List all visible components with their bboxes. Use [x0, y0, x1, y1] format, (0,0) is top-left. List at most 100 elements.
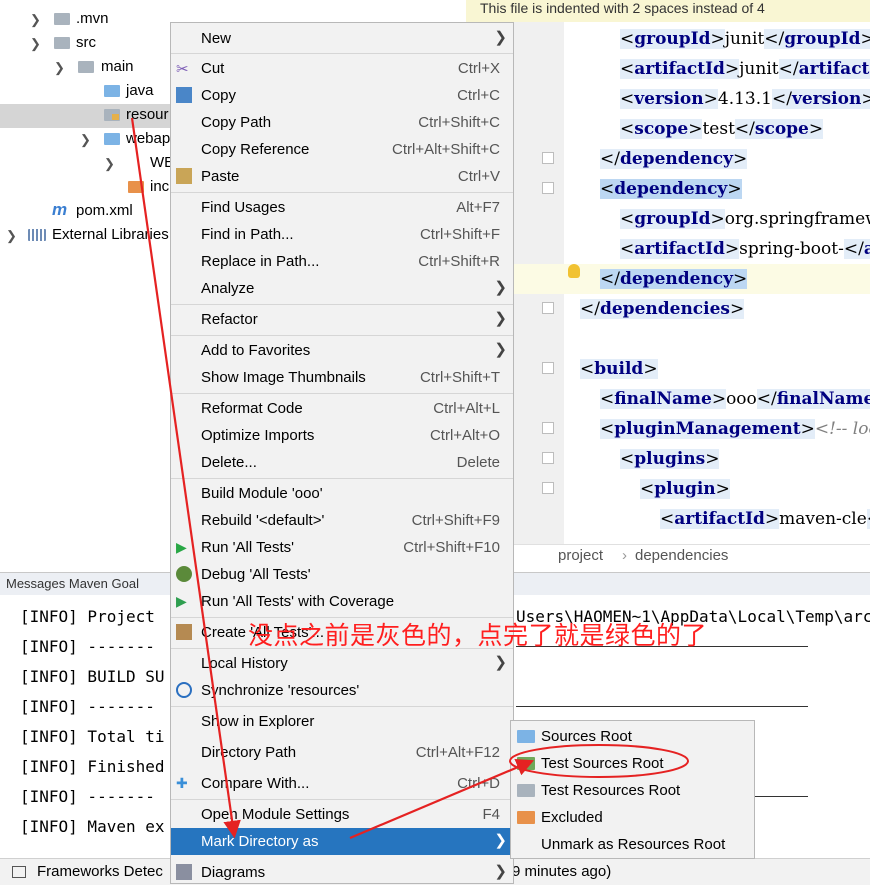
menu-item-show-in-explorer[interactable]: Show in Explorer	[171, 708, 513, 735]
breadcrumb-item[interactable]: project	[558, 545, 603, 566]
event-log-icon[interactable]	[12, 866, 26, 878]
menu-item-rebuild-default[interactable]: Rebuild '<default>' Ctrl+Shift+F9	[171, 507, 513, 534]
xml-text: test	[702, 119, 735, 139]
context-menu[interactable]: New ❯ ✂ Cut Ctrl+X Copy Ctrl+C Copy Path Ctrl+Sh…	[170, 22, 514, 884]
submenu-item-unmark-as-resources-root[interactable]: Unmark as Resources Root	[511, 831, 754, 858]
code-editor[interactable]: This file is indented with 2 spaces inst…	[466, 0, 870, 566]
xml-tag-name: finalName	[614, 389, 712, 409]
code-line-content: <dependency>	[600, 174, 742, 204]
code-line[interactable]: <groupId>org.springframew</groupId>	[466, 204, 870, 234]
menu-item-label: Copy	[201, 87, 237, 104]
code-line[interactable]: <artifactId>maven-cle</artifactId>	[466, 504, 870, 534]
code-line[interactable]: <dependency>	[466, 174, 870, 204]
library-icon	[28, 229, 46, 241]
menu-item-run-all-tests-with-coverage[interactable]: ▶ Run 'All Tests' with Coverage	[171, 588, 513, 615]
menu-item-refactor[interactable]: Refactor ❯	[171, 306, 513, 333]
lightbulb-icon[interactable]	[568, 264, 580, 278]
menu-item-find-in-path[interactable]: Find in Path... Ctrl+Shift+F	[171, 221, 513, 248]
menu-item-shortcut: Ctrl+D	[457, 775, 500, 792]
console-line: [INFO] -------	[20, 637, 155, 656]
code-line[interactable]: <plugin>	[466, 474, 870, 504]
code-line[interactable]: <plugins>	[466, 444, 870, 474]
submenu-item-sources-root[interactable]: Sources Root	[511, 723, 754, 750]
menu-item-directory-path[interactable]: Directory Path Ctrl+Alt+F12	[171, 739, 513, 766]
code-line[interactable]: <groupId>junit</groupId>	[466, 24, 870, 54]
menu-item-run-all-tests[interactable]: ▶ Run 'All Tests' Ctrl+Shift+F10	[171, 534, 513, 561]
code-line[interactable]: <artifactId>junit</artifactId>	[466, 54, 870, 84]
xml-tag: </dependency>	[600, 149, 748, 169]
code-line[interactable]: <finalName>ooo</finalName>	[466, 384, 870, 414]
mark-directory-submenu[interactable]: Sources Root Test Sources Root Test Resour…	[510, 720, 755, 859]
xml-text: 4.13.1	[717, 89, 772, 109]
tree-item-label: External Libraries	[52, 226, 169, 243]
menu-item-build-module-ooo[interactable]: Build Module 'ooo'	[171, 480, 513, 507]
debug-icon	[176, 566, 192, 582]
console-line: [INFO] Total ti	[20, 727, 165, 746]
submenu-arrow-icon: ❯	[494, 310, 507, 327]
menu-item-show-image-thumbnails[interactable]: Show Image Thumbnails Ctrl+Shift+T	[171, 364, 513, 391]
menu-item-replace-in-path[interactable]: Replace in Path... Ctrl+Shift+R	[171, 248, 513, 275]
chevron-down-icon[interactable]: ❯	[30, 36, 41, 52]
code-line[interactable]: </dependency>	[466, 264, 870, 294]
submenu-item-test-resources-root[interactable]: Test Resources Root	[511, 777, 754, 804]
menu-item-add-to-favorites[interactable]: Add to Favorites ❯	[171, 337, 513, 364]
code-line[interactable]: <version>4.13.1</version>	[466, 84, 870, 114]
code-line[interactable]: <artifactId>spring-boot-</artifactId>	[466, 234, 870, 264]
menu-item-mark-directory-as[interactable]: Mark Directory as ❯	[171, 828, 513, 855]
chevron-right-icon[interactable]: ❯	[30, 12, 41, 28]
menu-separator	[171, 706, 513, 707]
coverage-icon: ▶	[176, 593, 187, 609]
menu-item-shortcut: Ctrl+Alt+F12	[415, 744, 500, 761]
status-left-text[interactable]: Frameworks Detec	[37, 859, 163, 885]
menu-item-copy-reference[interactable]: Copy Reference Ctrl+Alt+Shift+C	[171, 136, 513, 163]
console-line: [INFO] Project	[20, 607, 155, 626]
code-line[interactable]: </dependency>	[466, 144, 870, 174]
menu-item-local-history[interactable]: Local History ❯	[171, 650, 513, 677]
menu-item-label: Diagrams	[201, 864, 266, 881]
xml-tag-name: artifactId	[634, 239, 725, 259]
run-icon: ▶	[176, 539, 187, 555]
xml-tag-name: dependency	[619, 149, 734, 169]
submenu-item-test-sources-root[interactable]: Test Sources Root	[511, 750, 754, 777]
code-line[interactable]: <pluginManagement><!-- loc	[466, 414, 870, 444]
menu-item-open-module-settings[interactable]: Open Module Settings F4	[171, 801, 513, 828]
menu-separator	[171, 53, 513, 54]
compare-icon: ✚	[176, 775, 188, 791]
menu-item-cut[interactable]: ✂ Cut Ctrl+X	[171, 55, 513, 82]
menu-item-optimize-imports[interactable]: Optimize Imports Ctrl+Alt+O	[171, 422, 513, 449]
menu-item-compare-with[interactable]: ✚ Compare With... Ctrl+D	[171, 770, 513, 797]
menu-item-copy-path[interactable]: Copy Path Ctrl+Shift+C	[171, 109, 513, 136]
chevron-down-icon[interactable]: ❯	[80, 132, 91, 148]
xml-tag-name: groupId	[634, 209, 711, 229]
code-line[interactable]: </dependencies>	[466, 294, 870, 324]
menu-item-paste[interactable]: Paste Ctrl+V	[171, 163, 513, 190]
menu-item-synchronize-resources[interactable]: Synchronize 'resources'	[171, 677, 513, 704]
chevron-down-icon[interactable]: ❯	[54, 60, 65, 76]
xml-tag-name: version	[634, 89, 704, 109]
chevron-right-icon[interactable]: ❯	[104, 156, 115, 172]
menu-item-new[interactable]: New ❯	[171, 25, 513, 52]
menu-separator	[171, 478, 513, 479]
menu-item-delete[interactable]: Delete... Delete	[171, 449, 513, 476]
menu-item-reformat-code[interactable]: Reformat Code Ctrl+Alt+L	[171, 395, 513, 422]
menu-item-find-usages[interactable]: Find Usages Alt+F7	[171, 194, 513, 221]
code-line[interactable]: <build>	[466, 354, 870, 384]
tree-item-label: main	[101, 58, 134, 75]
breadcrumb-item[interactable]: dependencies	[635, 545, 728, 566]
menu-item-debug-all-tests[interactable]: Debug 'All Tests'	[171, 561, 513, 588]
menu-item-diagrams[interactable]: Diagrams ❯	[171, 859, 513, 886]
xml-tag: <artifactId>	[660, 509, 780, 529]
menu-item-shortcut: Ctrl+Shift+F	[419, 226, 500, 243]
menu-item-copy[interactable]: Copy Ctrl+C	[171, 82, 513, 109]
menu-item-label: Synchronize 'resources'	[201, 682, 360, 699]
submenu-item-excluded[interactable]: Excluded	[511, 804, 754, 831]
menu-item-label: Run 'All Tests' with Coverage	[201, 593, 395, 610]
menu-separator	[171, 192, 513, 193]
chevron-right-icon[interactable]: ❯	[6, 228, 17, 244]
code-line-content: <groupId>junit</groupId>	[620, 24, 870, 54]
menu-item-analyze[interactable]: Analyze ❯	[171, 275, 513, 302]
menu-item-label: Open Module Settings	[201, 806, 350, 823]
indent-warning-banner: This file is indented with 2 spaces inst…	[466, 0, 870, 22]
code-line[interactable]: <scope>test</scope>	[466, 114, 870, 144]
xml-tag-name: build	[594, 359, 644, 379]
